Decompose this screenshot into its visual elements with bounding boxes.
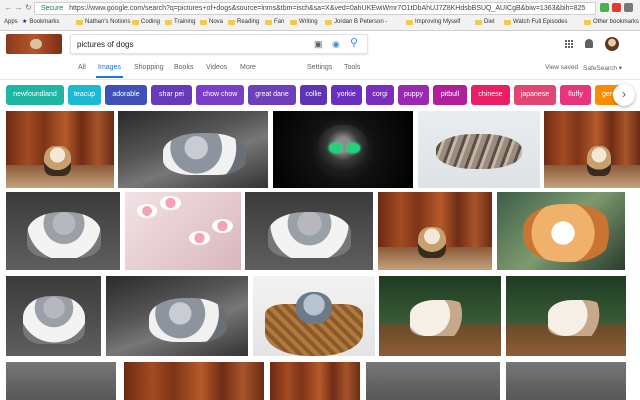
folder-icon [200, 19, 207, 25]
chip-puppy[interactable]: puppy [398, 85, 429, 105]
reload-icon[interactable]: ↻ [24, 3, 33, 12]
bookmark-folder[interactable]: Reading [228, 15, 259, 29]
folder-icon [228, 19, 235, 25]
search-box[interactable]: ▣ ◉ ⚲ [70, 34, 368, 54]
folder-icon [265, 19, 272, 25]
chip-shar-pei[interactable]: shar pei [151, 85, 192, 105]
bookmark-folder[interactable]: Diet [475, 15, 495, 29]
image-result[interactable] [270, 362, 360, 400]
folder-icon [406, 19, 413, 25]
bookmark-folder[interactable]: Improving Myself [406, 15, 460, 29]
tab-images[interactable]: Images [96, 64, 123, 78]
image-result[interactable] [118, 111, 268, 188]
chip-collie[interactable]: collie [300, 85, 327, 105]
bookmark-folder[interactable]: Coding [132, 15, 160, 29]
browser-chrome: ← → ↻ Secure https://www.google.com/sear… [0, 0, 640, 31]
folder-icon [504, 19, 511, 25]
camera-icon[interactable]: ▣ [314, 39, 323, 49]
folder-icon [475, 19, 482, 25]
bell-icon[interactable] [585, 39, 593, 48]
tab-more[interactable]: More [240, 64, 256, 71]
folder-icon [584, 19, 591, 25]
secure-label: Secure [41, 5, 64, 12]
safesearch-toggle[interactable]: SafeSearch ▾ [583, 64, 622, 72]
image-result[interactable] [379, 276, 501, 356]
bookmark-folder[interactable]: Jordan B Peterson - [325, 15, 387, 29]
image-result[interactable] [6, 192, 120, 270]
url-text: https://www.google.com/search?q=pictures… [69, 5, 586, 12]
image-result[interactable] [6, 111, 114, 188]
bookmark-folder[interactable]: Watch Full Episodes [504, 15, 567, 29]
chip-yorkie[interactable]: yorkie [331, 85, 362, 105]
chip-chinese[interactable]: chinese [471, 85, 510, 105]
chip-adorable[interactable]: adorable [105, 85, 147, 105]
image-result[interactable] [418, 111, 540, 188]
bookmark-folder[interactable]: Fan [265, 15, 284, 29]
image-result[interactable] [506, 276, 626, 356]
bookmarks-bar: Apps ★ Bookmarks Nathan's Notions Coding … [0, 15, 640, 29]
folder-icon [325, 19, 332, 25]
tools-link[interactable]: Tools [344, 64, 360, 71]
settings-link[interactable]: Settings [307, 64, 332, 71]
view-saved-link[interactable]: View saved [545, 64, 578, 71]
folder-icon [76, 19, 83, 25]
folder-icon [165, 19, 172, 25]
image-result[interactable] [125, 192, 241, 270]
extension-icon[interactable] [600, 3, 609, 12]
safesearch-label: SafeSearch [583, 65, 617, 72]
menu-icon[interactable] [624, 3, 633, 12]
image-result[interactable] [506, 362, 626, 400]
microphone-icon[interactable]: ◉ [332, 39, 340, 49]
bookmark-bookmarks[interactable]: ★ Bookmarks [22, 15, 59, 29]
folder-icon [290, 19, 297, 25]
chevron-right-icon[interactable]: › [613, 84, 635, 106]
tab-videos[interactable]: Videos [206, 64, 227, 71]
bookmark-apps[interactable]: Apps [4, 15, 18, 29]
extension-icon[interactable] [612, 3, 621, 12]
star-icon: ★ [22, 19, 28, 25]
bookmark-folder[interactable]: Nova [200, 15, 223, 29]
image-result[interactable] [6, 362, 116, 400]
chip-chow-chow[interactable]: chow chow [196, 85, 244, 105]
image-results-grid [0, 108, 640, 400]
chevron-down-icon: ▾ [618, 65, 623, 72]
related-searches: newfoundland teacup adorable shar pei ch… [6, 85, 632, 105]
image-result[interactable] [253, 276, 375, 356]
back-icon[interactable]: ← [4, 3, 13, 12]
bookmark-folder[interactable]: Training [165, 15, 195, 29]
chip-great-dane[interactable]: great dane [248, 85, 296, 105]
chip-teacup[interactable]: teacup [68, 85, 101, 105]
image-result[interactable] [6, 276, 101, 356]
bookmark-folder[interactable]: Writing [290, 15, 318, 29]
forward-icon[interactable]: → [14, 3, 23, 12]
bookmark-folder[interactable]: Other bookmarks [584, 15, 639, 29]
apps-grid-icon[interactable] [565, 40, 573, 48]
chip-newfoundland[interactable]: newfoundland [6, 85, 64, 105]
chip-fluffy[interactable]: fluffy [560, 85, 591, 105]
chip-japanese[interactable]: japanese [514, 85, 556, 105]
tab-all[interactable]: All [78, 64, 86, 71]
image-result[interactable] [124, 362, 264, 400]
cat-figure [30, 39, 42, 49]
search-input[interactable] [77, 38, 297, 50]
tab-shopping[interactable]: Shopping [134, 64, 164, 71]
image-result[interactable] [544, 111, 640, 188]
chip-pitbull[interactable]: pitbull [433, 85, 467, 105]
bookmark-folder[interactable]: Nathan's Notions [76, 15, 131, 29]
folder-icon [132, 19, 139, 25]
tab-books[interactable]: Books [174, 64, 193, 71]
chip-corgi[interactable]: corgi [366, 85, 394, 105]
image-result[interactable] [106, 276, 248, 356]
doodle-logo[interactable] [6, 34, 62, 54]
address-bar[interactable]: Secure https://www.google.com/search?q=p… [34, 2, 596, 15]
image-result[interactable] [378, 192, 492, 270]
avatar[interactable] [605, 37, 619, 51]
search-icon[interactable]: ⚲ [350, 38, 358, 49]
image-result[interactable] [245, 192, 373, 270]
image-result[interactable] [497, 192, 625, 270]
image-result[interactable] [273, 111, 413, 188]
image-result[interactable] [366, 362, 500, 400]
